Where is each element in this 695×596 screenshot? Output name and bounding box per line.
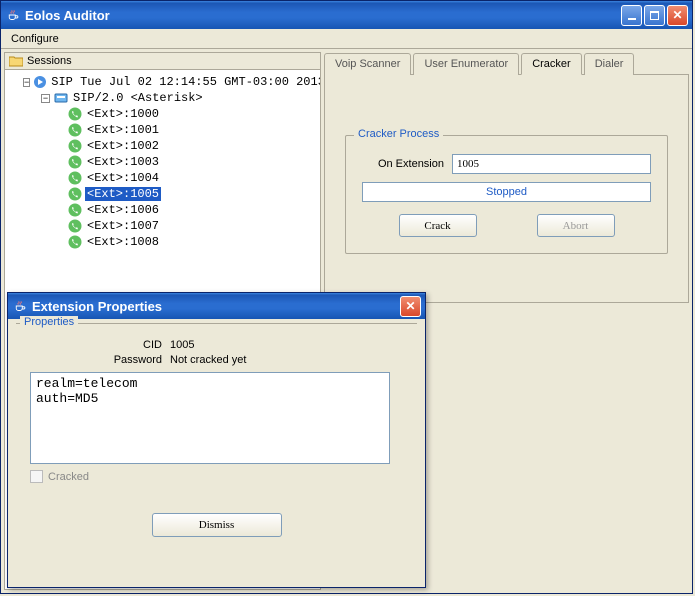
play-icon — [33, 74, 47, 90]
disk-icon — [53, 90, 69, 106]
folder-icon — [9, 55, 23, 67]
tree-extension-label: <Ext>:1002 — [85, 139, 161, 153]
phone-icon — [67, 170, 83, 186]
collapse-icon[interactable]: − — [41, 94, 50, 103]
extension-properties-dialog: Extension Properties ✕ Properties CID 10… — [7, 292, 426, 588]
abort-button[interactable]: Abort — [537, 214, 615, 237]
tree-extension[interactable]: <Ext>:1000 — [9, 106, 316, 122]
phone-icon — [67, 234, 83, 250]
tree-extension[interactable]: <Ext>:1002 — [9, 138, 316, 154]
cracker-tab-content: Cracker Process On Extension Stopped Cra… — [324, 75, 689, 303]
tree-extension[interactable]: <Ext>:1007 — [9, 218, 316, 234]
tree-server[interactable]: − SIP/2.0 <Asterisk> — [9, 90, 316, 106]
close-button[interactable]: ✕ — [667, 5, 688, 26]
tree-extension[interactable]: <Ext>:1005 — [9, 186, 316, 202]
sessions-header: Sessions — [5, 53, 320, 70]
menubar: Configure — [1, 29, 692, 49]
tree-extension-label: <Ext>:1003 — [85, 155, 161, 169]
tab-voip-scanner[interactable]: Voip Scanner — [324, 53, 411, 75]
java-icon — [12, 298, 28, 314]
tree-extension-label: <Ext>:1005 — [85, 187, 161, 201]
tree-session-root[interactable]: − SIP Tue Jul 02 12:14:55 GMT-03:00 2013 — [9, 74, 316, 90]
cracker-legend: Cracker Process — [354, 128, 443, 140]
dialog-close-button[interactable]: ✕ — [400, 296, 421, 317]
tree-extension-label: <Ext>:1000 — [85, 107, 161, 121]
main-title: Eolos Auditor — [25, 8, 621, 23]
cid-value: 1005 — [170, 339, 194, 351]
password-value: Not cracked yet — [170, 354, 246, 366]
phone-icon — [67, 122, 83, 138]
tab-user-enumerator[interactable]: User Enumerator — [413, 53, 519, 75]
details-textarea[interactable] — [30, 372, 390, 464]
main-titlebar: Eolos Auditor ✕ — [1, 1, 692, 29]
cracker-status: Stopped — [362, 182, 651, 202]
crack-button[interactable]: Crack — [399, 214, 477, 237]
window-buttons: ✕ — [621, 5, 688, 26]
phone-icon — [67, 154, 83, 170]
menu-configure[interactable]: Configure — [5, 31, 65, 47]
cracker-fieldset: Cracker Process On Extension Stopped Cra… — [345, 135, 668, 254]
tree-session-label: SIP Tue Jul 02 12:14:55 GMT-03:00 2013 — [49, 75, 320, 89]
tree-extension[interactable]: <Ext>:1006 — [9, 202, 316, 218]
tree-extension-label: <Ext>:1008 — [85, 235, 161, 249]
tree-extension[interactable]: <Ext>:1003 — [9, 154, 316, 170]
cid-label: CID — [30, 339, 170, 351]
phone-icon — [67, 218, 83, 234]
tree-extension-label: <Ext>:1006 — [85, 203, 161, 217]
tab-dialer[interactable]: Dialer — [584, 53, 635, 75]
phone-icon — [67, 186, 83, 202]
on-extension-input[interactable] — [452, 154, 651, 174]
tree-extension[interactable]: <Ext>:1001 — [9, 122, 316, 138]
phone-icon — [67, 202, 83, 218]
tree-extension-label: <Ext>:1007 — [85, 219, 161, 233]
tab-cracker[interactable]: Cracker — [521, 53, 582, 75]
cracked-checkbox[interactable] — [30, 470, 43, 483]
properties-legend: Properties — [20, 316, 78, 328]
tree-extension-label: <Ext>:1004 — [85, 171, 161, 185]
dialog-title: Extension Properties — [32, 299, 400, 314]
java-icon — [5, 7, 21, 23]
main-window: Eolos Auditor ✕ Configure Sessions − — [0, 0, 693, 594]
phone-icon — [67, 106, 83, 122]
minimize-button[interactable] — [621, 5, 642, 26]
tree-extension[interactable]: <Ext>:1008 — [9, 234, 316, 250]
tree-extension[interactable]: <Ext>:1004 — [9, 170, 316, 186]
collapse-icon[interactable]: − — [23, 78, 30, 87]
sessions-label: Sessions — [27, 55, 72, 67]
tree-server-label: SIP/2.0 <Asterisk> — [71, 91, 205, 105]
on-extension-label: On Extension — [362, 158, 452, 170]
tabs: Voip Scanner User Enumerator Cracker Dia… — [324, 52, 689, 75]
tree-extension-label: <Ext>:1001 — [85, 123, 161, 137]
dismiss-button[interactable]: Dismiss — [152, 513, 282, 537]
password-label: Password — [30, 354, 170, 366]
cracked-label: Cracked — [48, 471, 89, 483]
properties-fieldset: Properties CID 1005 Password Not cracked… — [16, 323, 417, 497]
maximize-button[interactable] — [644, 5, 665, 26]
phone-icon — [67, 138, 83, 154]
